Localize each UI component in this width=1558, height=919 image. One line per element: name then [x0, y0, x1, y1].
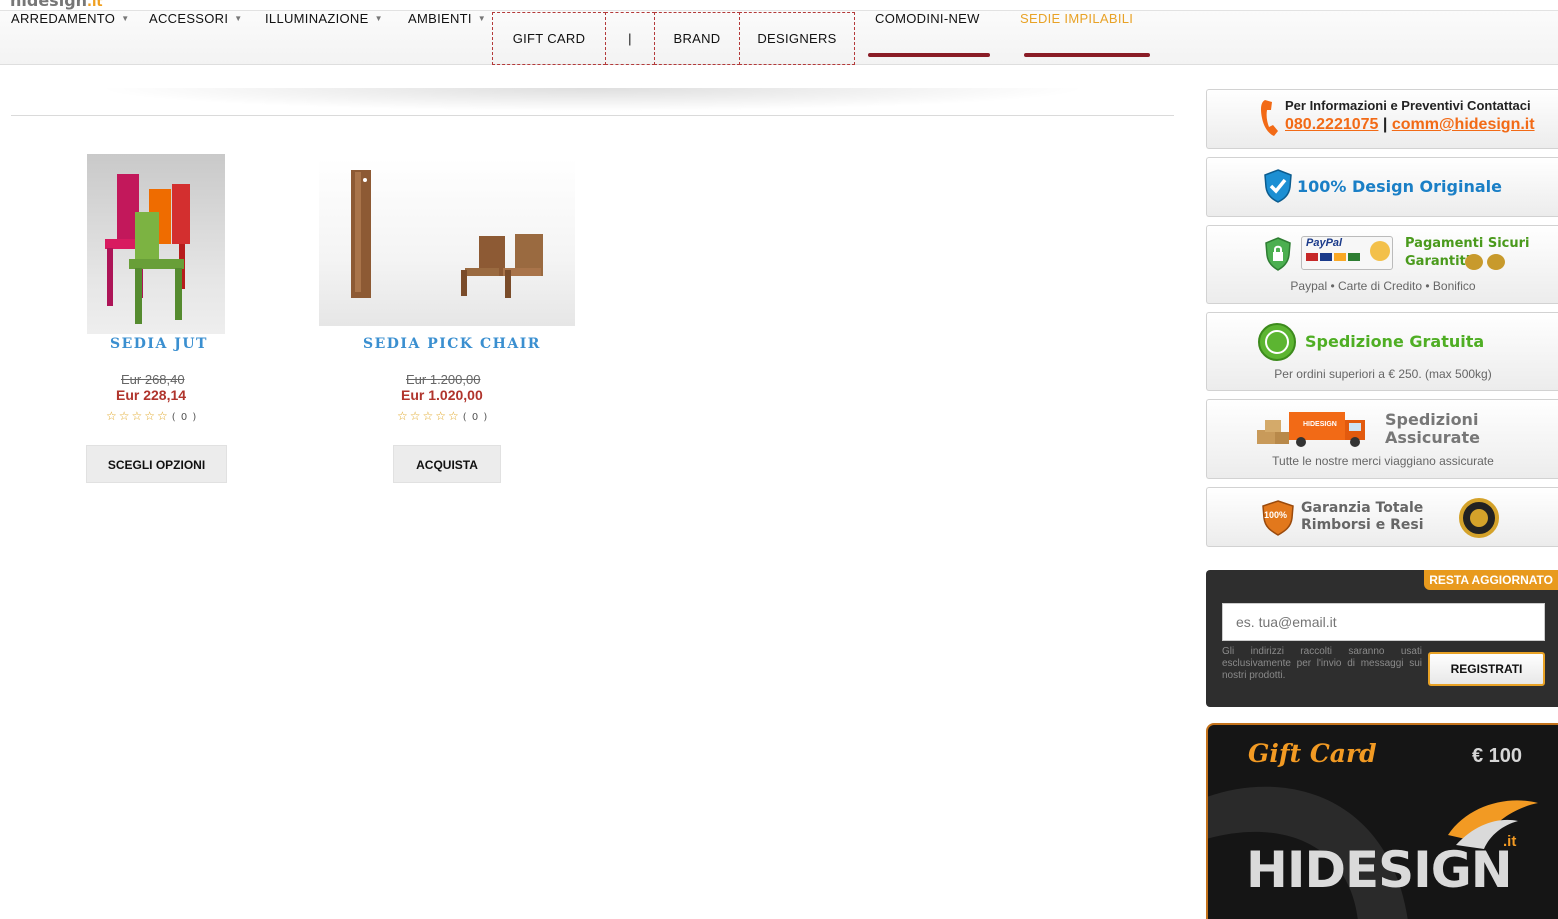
nav-item-accessori[interactable]: ACCESSORI ▼ [149, 11, 243, 65]
card-icon [1348, 253, 1360, 261]
paypal-text: PayPal [1306, 237, 1343, 249]
product-name[interactable]: SEDIA JUT [110, 336, 208, 352]
paypal-logo: PayPal [1301, 236, 1393, 270]
truck-icon [1257, 412, 1365, 447]
register-button[interactable]: REGISTRATI [1428, 652, 1545, 686]
card-icon [1306, 253, 1318, 261]
secure-payments-title: Pagamenti Sicuri [1405, 236, 1530, 251]
contact-email[interactable]: comm@hidesign.it [1392, 116, 1535, 133]
email-input[interactable] [1222, 603, 1545, 641]
caret-down-icon: ▼ [477, 14, 487, 23]
gift-card-brand: HIDESIGN [1246, 841, 1513, 899]
caret-down-icon: ▼ [121, 14, 130, 23]
design-original-text: 100% Design Originale [1297, 177, 1502, 196]
nav-item-designers[interactable]: DESIGNERS [739, 12, 855, 65]
nav-label: GIFT CARD [512, 31, 586, 46]
newsletter-note: Gli indirizzi raccolti saranno usati esc… [1222, 646, 1422, 681]
gift-card-banner[interactable]: Gift Card € 100 .it HIDESIGN [1206, 723, 1558, 919]
nav-label: SEDIE IMPILABILI [1020, 11, 1134, 26]
nav-item-gift-card[interactable]: GIFT CARD [492, 12, 606, 65]
nav-label: ACCESSORI [149, 11, 229, 26]
insured-shipping-banner: HIDESIGN Spedizioni Assicurate Tutte le … [1206, 399, 1558, 479]
nav-item-illuminazione[interactable]: ILLUMINAZIONE ▼ [265, 11, 383, 65]
nav-label: AMBIENTI [408, 11, 472, 26]
nav-label: COMODINI-NEW [875, 11, 980, 26]
nav-item-brand[interactable]: BRAND [654, 12, 740, 65]
sale-price: Eur 1.020,00 [401, 387, 483, 403]
nav-label: ILLUMINAZIONE [265, 11, 369, 26]
sale-price: Eur 228,14 [116, 387, 187, 403]
insured-title2: Assicurate [1385, 428, 1480, 447]
header-strip: hidesign.it [0, 0, 1558, 11]
old-price: Eur 1.200,00 [406, 372, 481, 387]
logo-text: hidesign [10, 0, 88, 10]
satisfaction-seal-icon [1459, 498, 1499, 538]
phone-icon [1261, 100, 1278, 136]
rating-count: ( 0 ) [462, 412, 489, 423]
contact-separator: | [1382, 116, 1388, 133]
contact-details: 080.2221075 | comm@hidesign.it [1285, 116, 1535, 134]
site-logo[interactable]: hidesign.it [10, 0, 103, 10]
product-name[interactable]: SEDIA PICK CHAIR [363, 336, 541, 352]
guarantee-title2: Rimborsi e Resi [1301, 517, 1424, 533]
chair-illustration [351, 170, 543, 298]
card-icon [1320, 253, 1332, 261]
old-price: Eur 268,40 [121, 372, 185, 387]
free-shipping-sub: Per ordini superiori a € 250. (max 500kg… [1274, 367, 1492, 381]
nav-separator: | [605, 12, 655, 65]
buy-button[interactable]: ACQUISTA [393, 445, 501, 483]
design-original-banner: 100% Design Originale [1206, 157, 1558, 217]
content-divider [11, 88, 1174, 116]
main-nav: ARREDAMENTO ▼ ACCESSORI ▼ ILLUMINAZIONE ▼ A… [0, 11, 1558, 65]
rating-count: ( 0 ) [171, 412, 198, 423]
caret-down-icon: ▼ [374, 14, 383, 23]
seal-icon [1370, 241, 1390, 261]
newsletter-box: RESTA AGGIORNATO Gli indirizzi raccolti … [1206, 570, 1558, 707]
caret-down-icon: ▼ [234, 14, 243, 23]
gift-card-amount: € 100 [1472, 745, 1523, 767]
insured-title: Spedizioni [1385, 410, 1479, 429]
star-icons: ☆☆☆☆☆ [106, 409, 170, 423]
guarantee-seal-icon [1258, 323, 1296, 361]
product-image[interactable] [87, 154, 225, 334]
phone-number[interactable]: 080.2221075 [1285, 116, 1378, 133]
nav-label: | [628, 31, 632, 46]
product-image[interactable] [319, 158, 575, 326]
gift-card-title: Gift Card [1248, 739, 1377, 768]
nav-label: ARREDAMENTO [11, 11, 116, 26]
nav-item-arredamento[interactable]: ARREDAMENTO ▼ [11, 11, 129, 65]
free-shipping-title: Spedizione Gratuita [1305, 332, 1485, 351]
insured-sub: Tutte le nostre merci viaggiano assicura… [1272, 454, 1494, 468]
nav-label: BRAND [673, 31, 721, 46]
choose-options-button[interactable]: SCEGLI OPZIONI [86, 445, 227, 483]
nav-item-ambienti[interactable]: AMBIENTI ▼ [408, 11, 486, 65]
guarantee-banner: 100% Garanzia Totale Rimborsi e Resi [1206, 487, 1558, 547]
logo-suffix: .it [87, 0, 103, 10]
contact-line: Per Informazioni e Preventivi Contattaci [1285, 98, 1531, 113]
nav-underline [1024, 53, 1150, 57]
lock-shield-icon [1265, 237, 1291, 271]
chair-illustration [105, 174, 190, 324]
rating-stars[interactable]: ☆☆☆☆☆( 0 ) [397, 409, 488, 423]
truck-label: HIDESIGN [1303, 421, 1337, 428]
secure-payments-banner: PayPal Pagamenti Sicuri Garantiti. Paypa… [1206, 225, 1558, 304]
gold-seal-icon [1465, 254, 1483, 270]
shield-check-icon [1264, 169, 1292, 203]
guarantee-title: Garanzia Totale [1301, 500, 1424, 516]
free-shipping-banner: Spedizione Gratuita Per ordini superiori… [1206, 312, 1558, 391]
newsletter-tag: RESTA AGGIORNATO [1424, 570, 1558, 590]
shield-badge-text: 100% [1264, 510, 1288, 520]
nav-label: DESIGNERS [757, 31, 837, 46]
rating-stars[interactable]: ☆☆☆☆☆( 0 ) [106, 409, 197, 423]
contact-banner[interactable]: Per Informazioni e Preventivi Contattaci… [1206, 89, 1558, 149]
star-icons: ☆☆☆☆☆ [397, 409, 461, 423]
card-icon [1334, 253, 1346, 261]
nav-underline [868, 53, 990, 57]
payment-methods-text: Paypal • Carte di Credito • Bonifico [1290, 279, 1476, 293]
gold-seal-icon [1487, 254, 1505, 270]
